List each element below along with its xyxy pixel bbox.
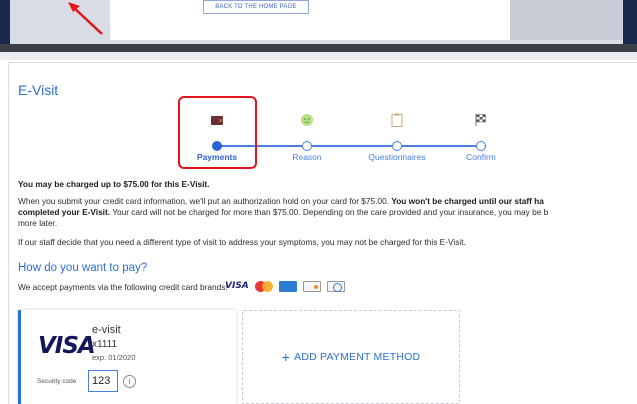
previous-screen-strip: BACK TO THE HOME PAGE (0, 0, 637, 44)
checkered-flag-icon (475, 114, 486, 126)
auth-hold-text-3: more later. (18, 218, 58, 228)
security-code-input[interactable] (88, 370, 118, 392)
side-panel (510, 0, 623, 40)
red-arrow-icon (68, 2, 103, 35)
visit-type-notice: If our staff decide that you need a diff… (18, 237, 466, 247)
step-dot-confirm[interactable] (476, 141, 486, 151)
diners-icon (326, 280, 345, 292)
plus-icon: + (281, 349, 291, 365)
step-label-reason[interactable]: Reason (262, 152, 352, 162)
auth-hold-text-2: completed your E-Visit. Your card will n… (18, 207, 548, 218)
charge-limit-text: Your card will not be charged for more t… (110, 207, 549, 217)
step-label-confirm[interactable]: Confirm (436, 152, 526, 162)
gap (0, 52, 637, 60)
add-payment-label: ADD PAYMENT METHOD (294, 351, 421, 363)
info-icon[interactable]: i (123, 375, 136, 388)
dark-edge-right (623, 0, 637, 44)
discover-icon (302, 280, 321, 292)
face-icon (301, 114, 313, 126)
visa-logo: VISA (38, 333, 96, 359)
accepted-brands-text: We accept payments via the following cre… (18, 282, 228, 292)
charge-notice: You may be charged up to $75.00 for this… (18, 179, 210, 189)
clipboard-icon (391, 113, 403, 127)
mastercard-icon (254, 280, 273, 292)
card-number: x1111 (92, 339, 118, 350)
step-label-questionnaires[interactable]: Questionnaires (352, 152, 442, 162)
completed-bold: completed your E-Visit. (18, 207, 111, 217)
visa-brand: VISA (225, 281, 249, 291)
step-dot-reason[interactable] (302, 141, 312, 151)
page-title: E-Visit (18, 82, 59, 98)
step-dot-questionnaires[interactable] (392, 141, 402, 151)
auth-hold-text-1: When you submit your credit card informa… (18, 196, 544, 207)
payment-heading: How do you want to pay? (18, 262, 148, 274)
card-expiry: exp. 01/2020 (92, 353, 136, 362)
back-home-button[interactable]: BACK TO THE HOME PAGE (203, 0, 309, 14)
auth-hold-bold: You won't be charged until our staff ha (391, 196, 544, 206)
divider (0, 44, 637, 52)
security-code-label: Security code (37, 378, 77, 385)
dark-edge-left (0, 0, 10, 44)
highlight-box (178, 96, 257, 169)
home-panel (110, 0, 510, 40)
add-payment-method-button[interactable]: + ADD PAYMENT METHOD (242, 310, 460, 404)
brand-list: VISA (225, 279, 345, 293)
card-nickname: e-visit (92, 324, 121, 336)
amex-icon (278, 280, 297, 292)
auth-hold-part: When you submit your credit card informa… (18, 196, 392, 206)
